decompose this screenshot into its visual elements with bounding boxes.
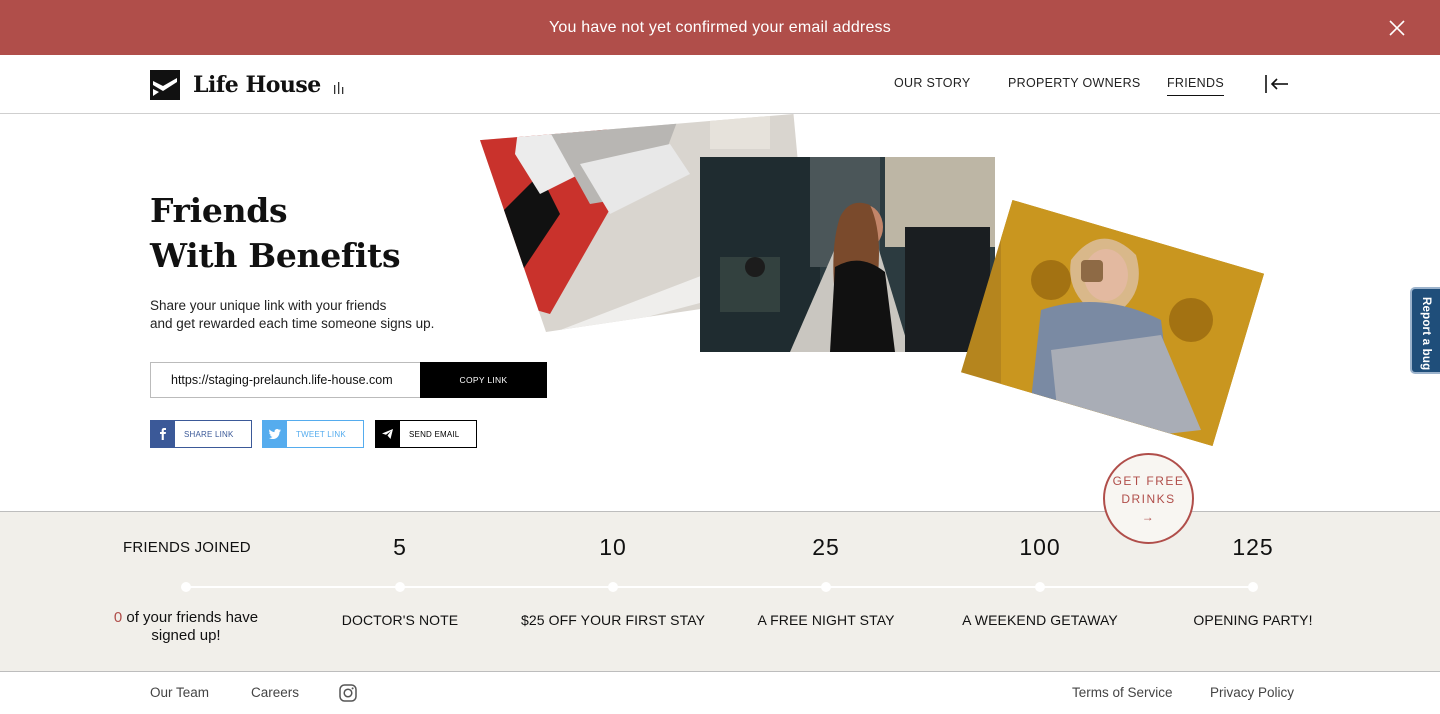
- progress-dot: [821, 582, 831, 592]
- footer-link-privacy[interactable]: Privacy Policy: [1210, 685, 1294, 700]
- collapse-left-icon[interactable]: [1263, 74, 1291, 94]
- tier-count: 25: [812, 534, 840, 560]
- send-icon: [375, 420, 400, 448]
- hero-title-line-2: With Benefits: [150, 236, 401, 275]
- tier-reward: OPENING PARTY!: [1193, 612, 1313, 628]
- report-bug-label: Report a bug: [1420, 297, 1432, 371]
- progress-dot: [395, 582, 405, 592]
- tier-count: 10: [599, 534, 627, 560]
- email-confirm-banner: You have not yet confirmed your email ad…: [0, 0, 1440, 55]
- share-twitter-button[interactable]: TWEET LINK: [262, 420, 364, 448]
- logo-mark-icon: [150, 70, 180, 100]
- bars-icon: [334, 82, 344, 94]
- tier-count: 125: [1232, 534, 1274, 560]
- get-free-drinks-button[interactable]: GET FREE DRINKS →: [1103, 453, 1194, 544]
- referral-link-field[interactable]: https://staging-prelaunch.life-house.com: [150, 362, 421, 398]
- tier-count: 100: [1019, 534, 1061, 560]
- nav-property-owners[interactable]: PROPERTY OWNERS: [1008, 76, 1141, 90]
- friends-joined-label: FRIENDS JOINED: [123, 539, 251, 556]
- nav-friends[interactable]: FRIENDS: [1167, 76, 1224, 96]
- share-facebook-label: SHARE LINK: [175, 420, 252, 448]
- hero-desc-line-1: Share your unique link with your friends: [150, 298, 387, 313]
- friends-signed-up-text: 0 of your friends have signed up!: [114, 609, 258, 645]
- facebook-icon: [150, 420, 175, 448]
- share-twitter-label: TWEET LINK: [287, 420, 364, 448]
- hero-desc-line-2: and get rewarded each time someone signs…: [150, 316, 435, 331]
- photo-woman-coffee-laptop: [961, 200, 1264, 446]
- send-email-button[interactable]: SEND EMAIL: [375, 420, 477, 448]
- tier-reward: A FREE NIGHT STAY: [757, 612, 895, 628]
- instagram-icon[interactable]: [339, 684, 357, 702]
- logo-text: Life House: [193, 72, 321, 98]
- copy-link-button[interactable]: COPY LINK: [420, 362, 547, 398]
- rewards-section: FRIENDS JOINED 5 10 25 100 125 0 of your…: [0, 511, 1440, 672]
- progress-dot: [1035, 582, 1045, 592]
- banner-message: You have not yet confirmed your email ad…: [549, 18, 891, 36]
- progress-dot: [608, 582, 618, 592]
- tier-reward: $25 OFF YOUR FIRST STAY: [520, 612, 706, 628]
- free-drinks-line-2: DRINKS: [1121, 491, 1176, 506]
- signed-text-1: of your friends have: [122, 609, 259, 626]
- close-icon[interactable]: [1387, 18, 1407, 38]
- hero-description: Share your unique link with your friends…: [150, 297, 434, 333]
- nav-our-story[interactable]: OUR STORY: [894, 76, 971, 90]
- send-email-label: SEND EMAIL: [400, 420, 477, 448]
- tier-reward: A WEEKEND GETAWAY: [962, 612, 1118, 628]
- share-facebook-button[interactable]: SHARE LINK: [150, 420, 252, 448]
- tier-count: 5: [393, 534, 407, 560]
- signed-text-2: signed up!: [151, 627, 221, 644]
- footer-link-our-team[interactable]: Our Team: [150, 685, 209, 700]
- footer-link-careers[interactable]: Careers: [251, 685, 299, 700]
- tier-reward: DOCTOR'S NOTE: [341, 612, 459, 628]
- twitter-icon: [262, 420, 287, 448]
- arrow-right-icon: →: [1141, 509, 1156, 524]
- logo[interactable]: Life House: [150, 70, 321, 100]
- photo-woman-laughing-street: [700, 157, 995, 352]
- hero-title: Friends With Benefits: [150, 188, 401, 278]
- progress-dot: [1248, 582, 1258, 592]
- report-bug-tab[interactable]: Report a bug: [1410, 287, 1440, 374]
- hero-title-line-1: Friends: [150, 191, 288, 230]
- free-drinks-line-1: GET FREE: [1112, 473, 1185, 488]
- footer-link-terms[interactable]: Terms of Service: [1072, 685, 1173, 700]
- progress-track: [186, 586, 1254, 588]
- progress-dot: [181, 582, 191, 592]
- site-header: Life House OUR STORY PROPERTY OWNERS FRI…: [0, 55, 1440, 114]
